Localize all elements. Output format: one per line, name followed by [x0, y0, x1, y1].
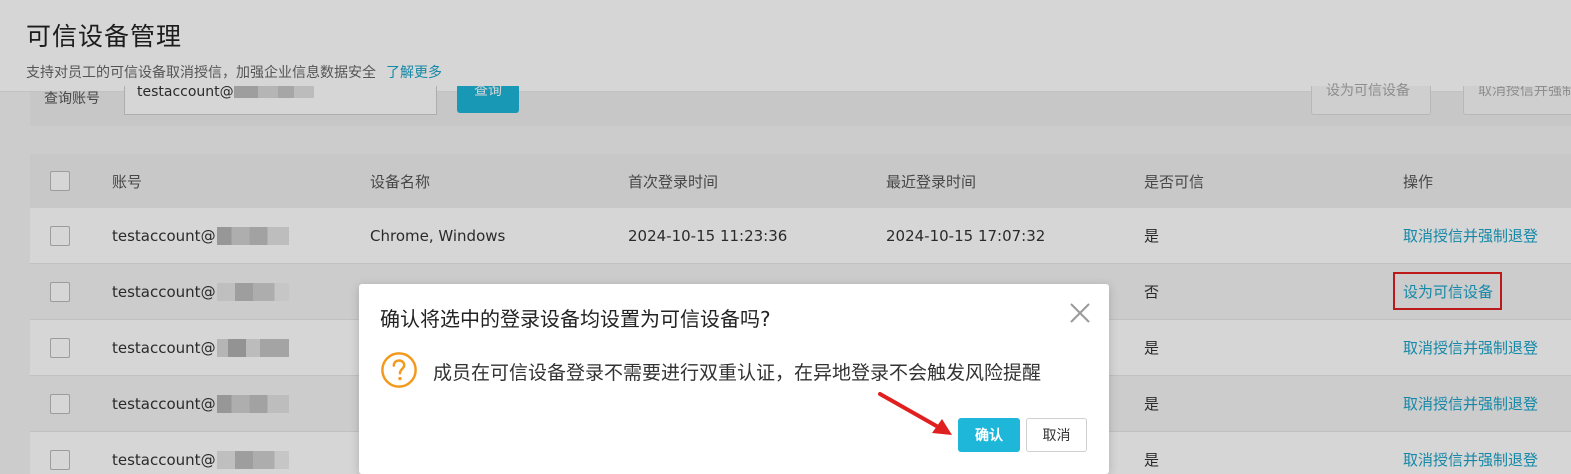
dialog-message: 成员在可信设备登录不需要进行双重认证，在异地登录不会触发风险提醒 — [433, 362, 1042, 384]
question-circle-icon — [381, 352, 417, 388]
confirm-button[interactable]: 确认 — [958, 418, 1020, 452]
confirm-dialog: 确认将选中的登录设备均设置为可信设备吗? 成员在可信设备登录不需要进行双重认证，… — [359, 284, 1109, 474]
cancel-button[interactable]: 取消 — [1026, 418, 1087, 452]
dialog-title: 确认将选中的登录设备均设置为可信设备吗? — [380, 307, 771, 331]
close-icon[interactable] — [1068, 301, 1092, 325]
red-arrow-icon — [878, 392, 952, 435]
